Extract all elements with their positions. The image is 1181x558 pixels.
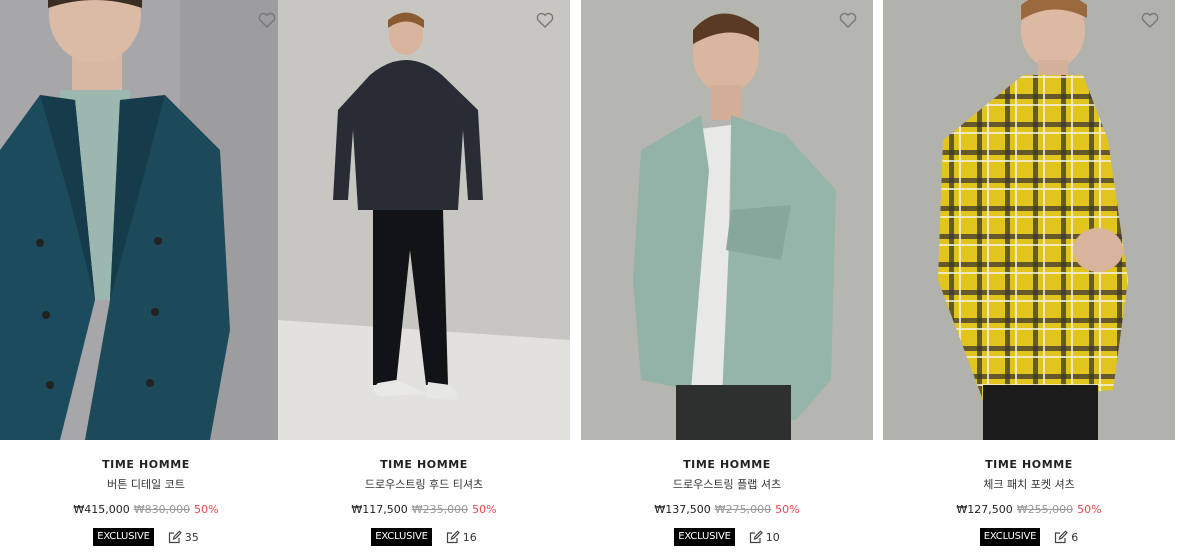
product-card[interactable]: TIME HOMME 드로우스트링 후드 티셔츠 ₩117,500 ₩235,00…	[278, 0, 570, 558]
heart-icon[interactable]	[536, 12, 554, 28]
review-count-value: 10	[765, 530, 780, 544]
exclusive-badge: EXCLUSIVE	[93, 528, 154, 546]
exclusive-badge: EXCLUSIVE	[979, 528, 1041, 546]
product-name[interactable]: 드로우스트링 플랩 셔츠	[581, 476, 873, 492]
price-row: ₩117,500 ₩235,000 50%	[278, 503, 570, 516]
product-name[interactable]: 드로우스트링 후드 티셔츠	[278, 476, 570, 492]
heart-icon[interactable]	[1141, 12, 1159, 28]
product-name[interactable]: 버튼 디테일 코트	[0, 476, 292, 492]
price-row: ₩137,500 ₩275,000 50%	[581, 503, 873, 516]
review-edit-icon	[749, 530, 763, 544]
exclusive-badge: EXCLUSIVE	[371, 528, 432, 546]
original-price: ₩255,000	[1016, 503, 1074, 516]
product-image[interactable]	[581, 0, 873, 440]
review-edit-icon	[446, 530, 460, 544]
product-info: TIME HOMME 버튼 디테일 코트 ₩415,000 ₩830,000 50%…	[0, 440, 292, 558]
review-count[interactable]: 16	[446, 530, 477, 544]
product-info: TIME HOMME 드로우스트링 후드 티셔츠 ₩117,500 ₩235,00…	[278, 440, 570, 558]
exclusive-badge: EXCLUSIVE	[674, 528, 735, 546]
review-count[interactable]: 10	[749, 530, 780, 544]
price-row: ₩127,500 ₩255,000 50%	[883, 503, 1175, 516]
product-brand[interactable]: TIME HOMME	[0, 458, 292, 471]
sale-price: ₩415,000	[73, 503, 130, 516]
product-brand[interactable]: TIME HOMME	[883, 458, 1175, 471]
original-price: ₩830,000	[133, 503, 191, 516]
product-image[interactable]	[278, 0, 570, 440]
product-info: TIME HOMME 체크 패치 포켓 셔츠 ₩127,500 ₩255,000 5…	[883, 440, 1175, 558]
discount-rate: 50%	[194, 503, 219, 516]
product-image[interactable]	[0, 0, 292, 440]
sale-price: ₩137,500	[654, 503, 711, 516]
discount-rate: 50%	[775, 503, 800, 516]
review-edit-icon	[168, 530, 182, 544]
product-card[interactable]: TIME HOMME 버튼 디테일 코트 ₩415,000 ₩830,000 50%…	[0, 0, 292, 558]
product-brand[interactable]: TIME HOMME	[278, 458, 570, 471]
sale-price: ₩117,500	[351, 503, 408, 516]
product-name[interactable]: 체크 패치 포켓 셔츠	[883, 476, 1175, 492]
heart-icon[interactable]	[839, 12, 857, 28]
review-count[interactable]: 35	[168, 530, 199, 544]
review-count[interactable]: 6	[1054, 530, 1078, 544]
tag-row: EXCLUSIVE 35	[0, 528, 292, 546]
tag-row: EXCLUSIVE 10	[581, 528, 873, 546]
original-price: ₩275,000	[714, 503, 772, 516]
product-card[interactable]: TIME HOMME 체크 패치 포켓 셔츠 ₩127,500 ₩255,000 5…	[883, 0, 1175, 558]
tag-row: EXCLUSIVE 6	[883, 528, 1175, 546]
tag-row: EXCLUSIVE 16	[278, 528, 570, 546]
sale-price: ₩127,500	[956, 503, 1013, 516]
review-count-value: 16	[462, 530, 477, 544]
product-grid: TIME HOMME 버튼 디테일 코트 ₩415,000 ₩830,000 50%…	[0, 0, 1181, 558]
original-price: ₩235,000	[411, 503, 469, 516]
review-edit-icon	[1055, 530, 1069, 544]
discount-rate: 50%	[1077, 503, 1102, 516]
price-row: ₩415,000 ₩830,000 50%	[0, 503, 292, 516]
review-count-value: 35	[184, 530, 199, 544]
product-info: TIME HOMME 드로우스트링 플랩 셔츠 ₩137,500 ₩275,000…	[581, 440, 873, 558]
product-card[interactable]: TIME HOMME 드로우스트링 플랩 셔츠 ₩137,500 ₩275,000…	[581, 0, 873, 558]
product-brand[interactable]: TIME HOMME	[581, 458, 873, 471]
heart-icon[interactable]	[258, 12, 276, 28]
product-image[interactable]	[883, 0, 1175, 440]
discount-rate: 50%	[472, 503, 497, 516]
review-count-value: 6	[1071, 530, 1079, 544]
